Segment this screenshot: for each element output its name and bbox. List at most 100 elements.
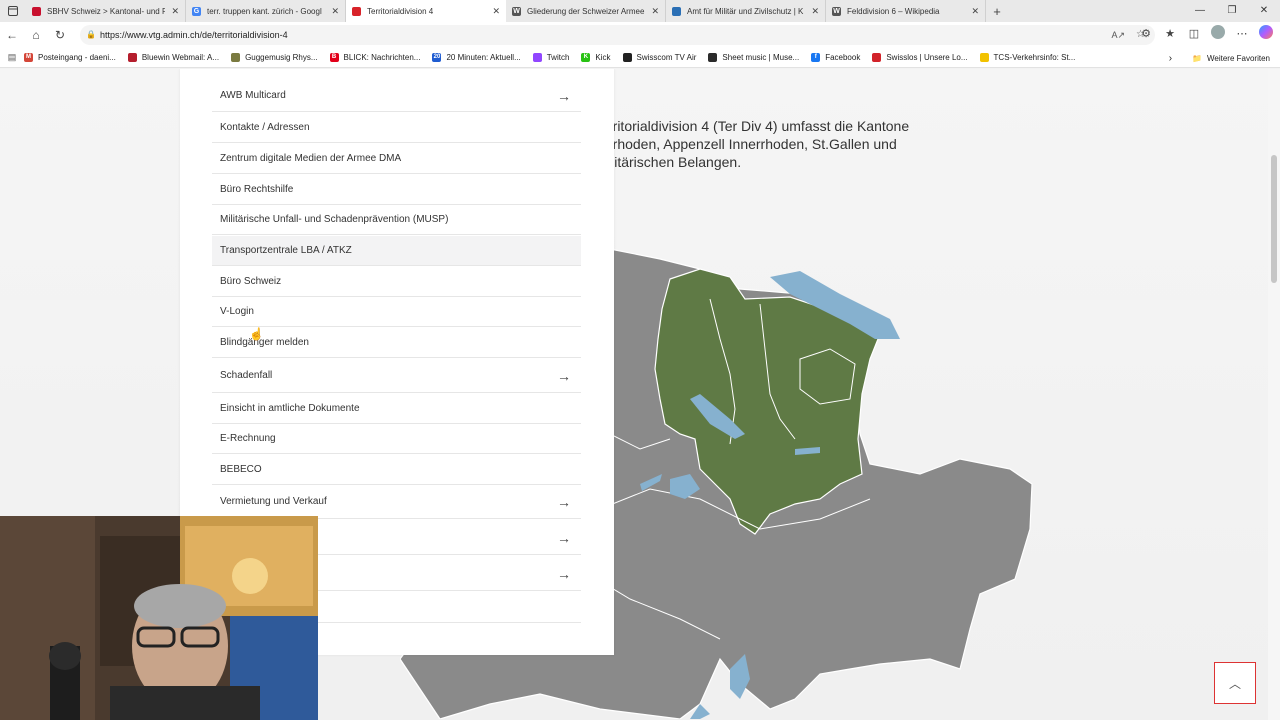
menu-item-label: Schadenfall — [220, 370, 273, 381]
favorite-link[interactable]: 20 20 Minuten: Aktuell... — [432, 53, 521, 62]
favorite-label: Guggemusig Rhys... — [245, 53, 318, 62]
url-text: https://www.vtg.admin.ch/de/territoriald… — [100, 30, 288, 40]
menu-item-label: Büro Rechtshilfe — [220, 184, 294, 195]
favorite-label: Posteingang - daeni... — [38, 53, 116, 62]
favorite-favicon-icon: 20 — [432, 53, 442, 62]
menu-item[interactable]: Kontakte / Adressen — [212, 113, 581, 143]
arrow-right-icon: → — [557, 566, 571, 582]
favorite-label: TCS-Verkehrsinfo: St... — [993, 53, 1076, 62]
scroll-to-top-button[interactable]: ︿ — [1214, 662, 1256, 704]
favorite-link[interactable]: B BLICK: Nachrichten... — [329, 53, 420, 62]
favorite-link[interactable]: Swisslos | Unsere Lo... — [872, 53, 968, 62]
webcam-overlay — [0, 516, 318, 720]
new-tab-button[interactable]: + — [986, 4, 1008, 19]
toolbar-buttons: ⚙ ★ ◫ ⋯ — [1138, 25, 1274, 42]
menu-item[interactable]: AWB Multicard → — [212, 80, 581, 112]
favorite-favicon-icon: B — [329, 53, 339, 62]
close-tab-icon[interactable]: ✕ — [331, 6, 339, 17]
menu-item-label: Vermietung und Verkauf — [220, 496, 327, 507]
favorite-link[interactable]: TCS-Verkehrsinfo: St... — [979, 53, 1076, 62]
page-scrollbar[interactable] — [1268, 69, 1280, 720]
favorites-more[interactable]: › 📁 Weitere Favoriten — [1169, 48, 1280, 68]
scrollbar-thumb[interactable] — [1271, 155, 1277, 283]
tab-favicon-icon: G — [192, 6, 201, 16]
home-icon[interactable]: ⌂ — [24, 28, 48, 42]
browser-tab[interactable]: Territorialdivision 4 ✕ — [346, 0, 506, 22]
arrow-right-icon: → — [557, 368, 571, 384]
close-window-icon[interactable]: ✕ — [1248, 0, 1280, 22]
tab-title: Territorialdivision 4 — [367, 6, 434, 16]
menu-item[interactable]: Schadenfall → — [212, 359, 581, 393]
menu-item[interactable]: Militärische Unfall- und Schadenpräventi… — [212, 205, 581, 235]
menu-item[interactable]: V-Login — [212, 297, 581, 327]
favorite-favicon-icon — [532, 53, 542, 62]
favorite-link[interactable]: Bluewin Webmail: A... — [127, 53, 219, 62]
tab-title: Amt für Militär und Zivilschutz | K — [687, 6, 804, 16]
menu-item[interactable]: Vermietung und Verkauf → — [212, 485, 581, 519]
menu-item[interactable]: BEBECO — [212, 455, 581, 485]
read-aloud-icon[interactable]: A↗ — [1111, 25, 1125, 45]
arrow-right-icon: → — [557, 494, 571, 510]
favorite-link[interactable]: K Kick — [581, 53, 611, 62]
menu-item[interactable]: Blindgänger melden — [212, 328, 581, 358]
menu-item[interactable]: Büro Rechtshilfe — [212, 175, 581, 205]
favorite-favicon-icon: f — [811, 53, 821, 62]
favorites-bar-icon[interactable]: ▤ — [0, 52, 24, 63]
folder-icon: 📁 — [1192, 53, 1202, 63]
close-tab-icon[interactable]: ✕ — [492, 6, 500, 17]
favorite-label: Sheet music | Muse... — [722, 53, 800, 62]
close-tab-icon[interactable]: ✕ — [651, 6, 659, 17]
reload-icon[interactable]: ↻ — [48, 28, 72, 42]
favorite-favicon-icon — [622, 53, 632, 62]
tab-favicon-icon: W — [832, 6, 841, 16]
browser-tab[interactable]: W Felddivision 6 – Wikipedia ✕ — [826, 0, 986, 22]
favorites-icon[interactable]: ★ — [1162, 27, 1178, 40]
profile-avatar[interactable] — [1210, 25, 1226, 42]
favorite-label: Kick — [595, 53, 611, 62]
menu-item-label: Militärische Unfall- und Schadenpräventi… — [220, 214, 449, 225]
workspaces-icon[interactable] — [0, 0, 26, 22]
menu-item-label: BEBECO — [220, 464, 262, 475]
tab-favicon-icon — [32, 6, 41, 16]
menu-item[interactable]: Zentrum digitale Medien der Armee DMA — [212, 144, 581, 174]
tab-title: terr. truppen kant. zürich - Googl — [207, 6, 322, 16]
favorite-favicon-icon: M — [24, 53, 33, 62]
more-menu-icon[interactable]: ⋯ — [1234, 27, 1250, 40]
menu-item-label: Büro Schweiz — [220, 276, 282, 287]
close-tab-icon[interactable]: ✕ — [811, 6, 819, 17]
favorite-link[interactable]: Guggemusig Rhys... — [231, 53, 318, 62]
favorite-favicon-icon: K — [581, 53, 591, 62]
tab-title: Gliederung der Schweizer Armee — [527, 6, 645, 16]
arrow-right-icon: → — [557, 88, 571, 104]
close-tab-icon[interactable]: ✕ — [971, 6, 979, 17]
maximize-icon[interactable]: ❐ — [1216, 0, 1248, 22]
copilot-icon[interactable] — [1258, 25, 1274, 42]
browser-tab[interactable]: Gterr. truppen kant. zürich - Googl ✕ — [186, 0, 346, 22]
menu-item[interactable]: Büro Schweiz — [212, 267, 581, 297]
favorite-link[interactable]: M Posteingang - daeni... — [24, 53, 116, 62]
browser-tab[interactable]: Amt für Militär und Zivilschutz | K ✕ — [666, 0, 826, 22]
menu-item[interactable]: E-Rechnung — [212, 424, 581, 454]
favorite-link[interactable]: Swisscom TV Air — [622, 53, 696, 62]
minimize-icon[interactable]: — — [1184, 0, 1216, 22]
menu-item-label: Zentrum digitale Medien der Armee DMA — [220, 153, 402, 164]
close-tab-icon[interactable]: ✕ — [171, 6, 179, 17]
browser-tab[interactable]: SBHV Schweiz > Kantonal- und Fö ✕ — [26, 0, 186, 22]
menu-item[interactable]: Einsicht in amtliche Dokumente — [212, 394, 581, 424]
favorite-favicon-icon — [127, 53, 137, 62]
collections-icon[interactable]: ◫ — [1186, 27, 1202, 40]
favorite-label: Facebook — [825, 53, 861, 62]
extensions-icon[interactable]: ⚙ — [1138, 27, 1154, 40]
menu-item[interactable]: Transportzentrale LBA / ATKZ — [212, 236, 581, 266]
favorite-label: Twitch — [546, 53, 570, 62]
url-field[interactable]: 🔒 https://www.vtg.admin.ch/de/territoria… — [80, 25, 1155, 45]
favorite-link[interactable]: f Facebook — [811, 53, 860, 62]
favorite-link[interactable]: Sheet music | Muse... — [708, 53, 799, 62]
browser-tab[interactable]: W Gliederung der Schweizer Armee ✕ — [506, 0, 666, 22]
menu-item-label: Transportzentrale LBA / ATKZ — [220, 245, 352, 256]
menu-item-label: AWB Multicard — [220, 90, 286, 101]
favorite-link[interactable]: Twitch — [532, 53, 570, 62]
back-icon[interactable]: ← — [0, 28, 24, 42]
arrow-right-icon: → — [557, 530, 571, 546]
chevron-right-icon[interactable]: › — [1169, 53, 1172, 64]
